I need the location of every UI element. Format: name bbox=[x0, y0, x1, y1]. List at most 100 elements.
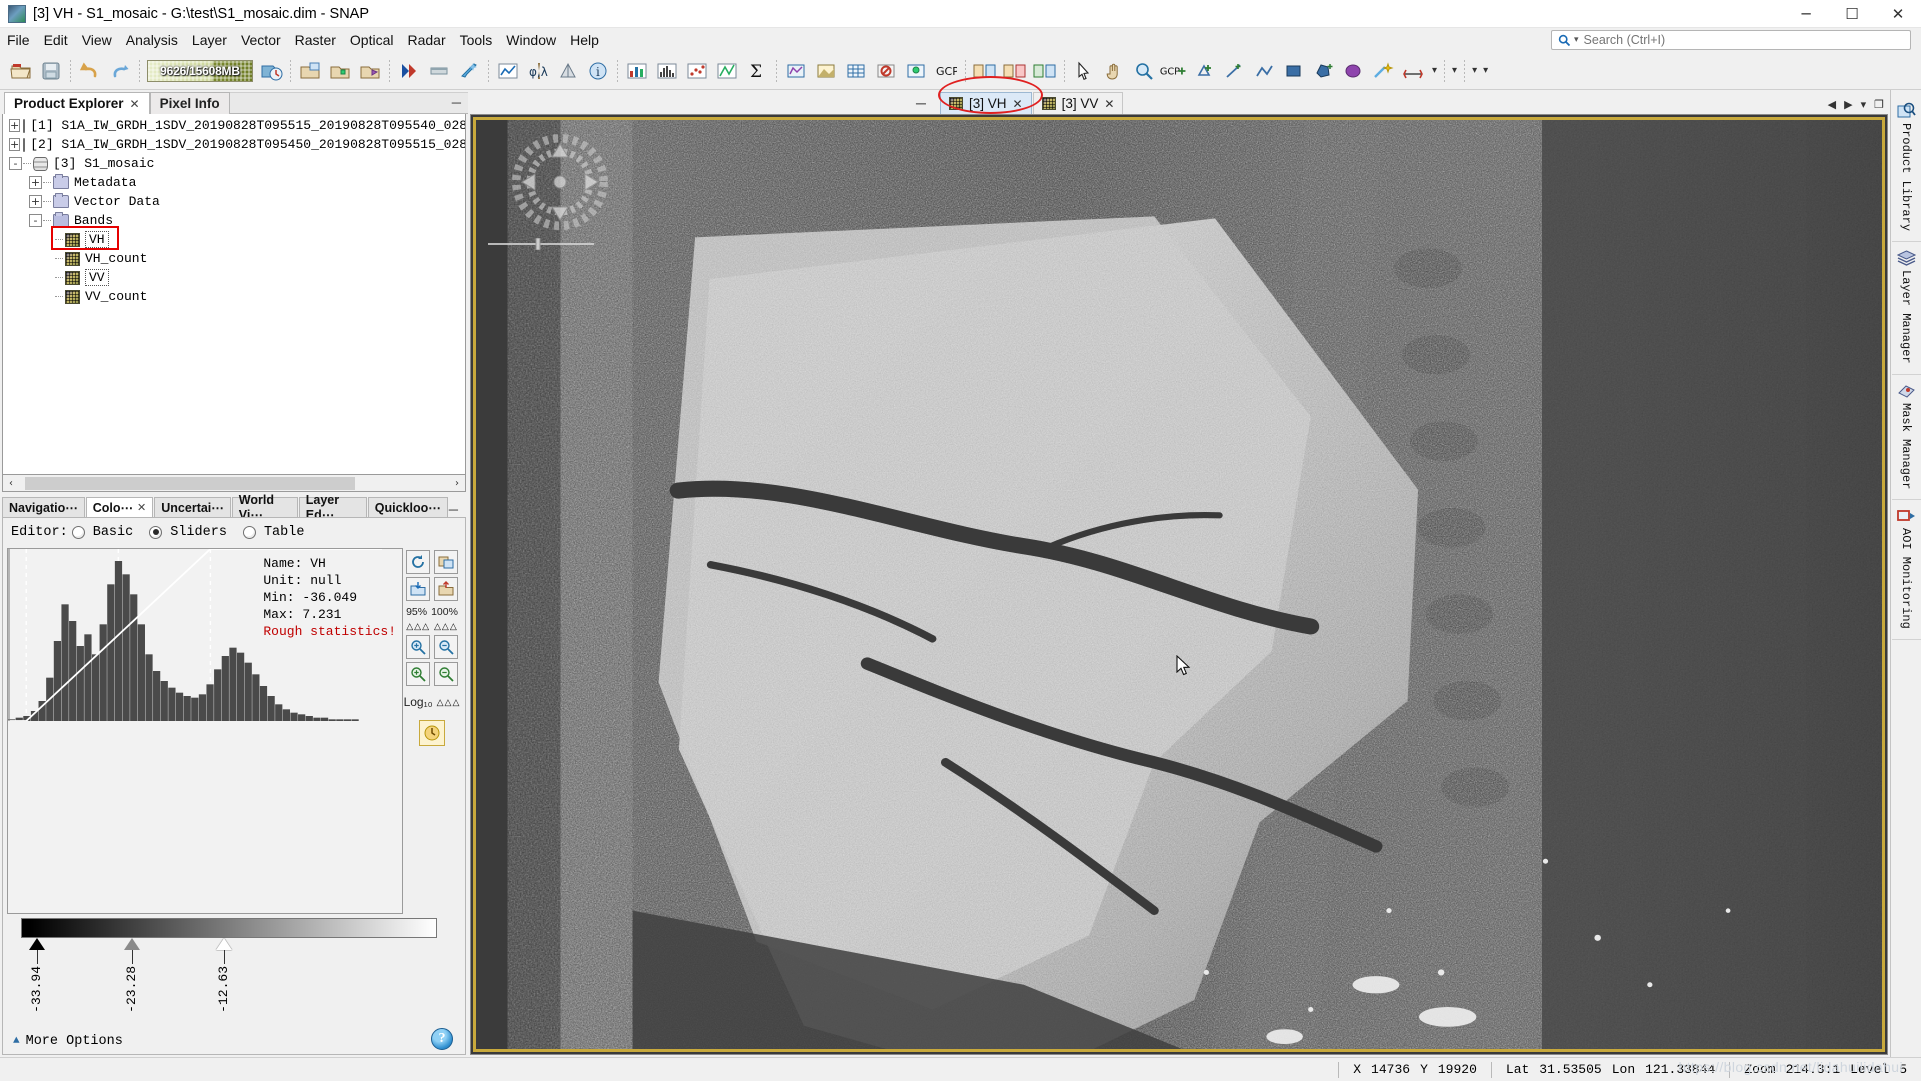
menu-file[interactable]: File bbox=[0, 29, 37, 51]
gcp-tool-icon[interactable]: GCP bbox=[1159, 56, 1189, 86]
pan-tool-icon[interactable] bbox=[1099, 56, 1129, 86]
mask-overlay-icon[interactable] bbox=[811, 56, 841, 86]
spectrum-view-icon[interactable] bbox=[781, 56, 811, 86]
filtered-band-icon[interactable] bbox=[1030, 56, 1060, 86]
tab-quicklooks[interactable]: Quickloo⋯ bbox=[367, 497, 448, 517]
pin-overlay-icon[interactable] bbox=[901, 56, 931, 86]
hscroll-track[interactable] bbox=[19, 475, 449, 491]
tree-row-bands[interactable]: - Bands bbox=[3, 211, 465, 230]
open-image-window-icon[interactable] bbox=[295, 56, 325, 86]
help-button[interactable]: ? bbox=[431, 1028, 453, 1050]
tree-row-product-2[interactable]: + [2] S1A_IW_GRDH_1SDV_20190828T095450_2… bbox=[3, 135, 465, 154]
polygon-drawing-tool-icon[interactable] bbox=[1309, 56, 1339, 86]
open-product-icon[interactable] bbox=[6, 56, 36, 86]
information-icon[interactable] bbox=[553, 56, 583, 86]
tab-uncertainty[interactable]: Uncertai⋯ bbox=[154, 497, 231, 517]
radio-table[interactable] bbox=[242, 525, 256, 539]
maximize-button[interactable]: ☐ bbox=[1829, 0, 1875, 28]
slider-handle-min[interactable]: -33.94 bbox=[29, 938, 45, 1013]
radio-sliders[interactable] bbox=[149, 525, 163, 539]
magic-wand-icon[interactable] bbox=[454, 56, 484, 86]
tree-row-product-3[interactable]: - [3] S1_mosaic bbox=[3, 154, 465, 173]
pct95-label[interactable]: 95% bbox=[406, 606, 427, 618]
toolbar-more-chevron-1-icon[interactable]: ▾ bbox=[1449, 65, 1460, 76]
gcp-overlay-icon[interactable]: GCP bbox=[931, 56, 961, 86]
hscroll-thumb[interactable] bbox=[25, 476, 355, 490]
expander-icon[interactable]: - bbox=[9, 157, 22, 170]
magic-stick-icon[interactable] bbox=[1369, 56, 1399, 86]
export-palette-icon[interactable] bbox=[434, 577, 458, 601]
undo-icon[interactable] bbox=[75, 56, 105, 86]
toolbar-overflow-chevron-icon[interactable]: ▾ bbox=[1429, 65, 1440, 76]
range-finder-icon[interactable] bbox=[1399, 56, 1429, 86]
menu-raster[interactable]: Raster bbox=[288, 29, 343, 51]
zoom-vertical-in-icon[interactable] bbox=[406, 662, 430, 686]
histogram-icon[interactable] bbox=[652, 56, 682, 86]
ellipse-drawing-tool-icon[interactable] bbox=[1339, 56, 1369, 86]
colour-gradient-bar[interactable] bbox=[21, 918, 437, 938]
pin-placing-tool-icon[interactable] bbox=[1189, 56, 1219, 86]
scatter-plot-icon[interactable] bbox=[682, 56, 712, 86]
pct100-label[interactable]: 100% bbox=[431, 606, 458, 618]
toolbar-more-chevron-2-icon[interactable]: ▾ bbox=[1469, 65, 1480, 76]
dock-item-layer-manager[interactable]: Layer Manager bbox=[1891, 242, 1921, 375]
close-icon[interactable]: ✕ bbox=[137, 501, 146, 514]
tab-world-view[interactable]: World Vi⋯ bbox=[231, 493, 298, 522]
open-rgb-image-window-icon[interactable] bbox=[325, 56, 355, 86]
stretch-100-icon[interactable]: △△△ bbox=[434, 621, 458, 632]
band-maths-icon[interactable] bbox=[1000, 56, 1030, 86]
expander-icon[interactable]: + bbox=[9, 119, 21, 132]
pin-manager-icon[interactable] bbox=[424, 56, 454, 86]
menu-view[interactable]: View bbox=[75, 29, 119, 51]
zoom-slider[interactable] bbox=[486, 238, 596, 250]
reopen-product-icon[interactable] bbox=[256, 56, 286, 86]
dock-item-aoi-monitoring[interactable]: AOI Monitoring bbox=[1891, 500, 1921, 640]
zoom-horizontal-in-icon[interactable] bbox=[406, 635, 430, 659]
tab-product-explorer[interactable]: Product Explorer ✕ bbox=[4, 92, 150, 114]
menu-vector[interactable]: Vector bbox=[234, 29, 288, 51]
image-frame[interactable] bbox=[473, 117, 1885, 1052]
import-palette-icon[interactable] bbox=[406, 577, 430, 601]
menu-help[interactable]: Help bbox=[563, 29, 606, 51]
reset-icon[interactable] bbox=[406, 550, 430, 574]
rectangle-drawing-tool-icon[interactable] bbox=[1279, 56, 1309, 86]
histogram-chart[interactable]: Name: VH Unit: null Min: -36.049 Max: 7.… bbox=[7, 548, 403, 914]
save-product-icon[interactable] bbox=[36, 56, 66, 86]
search-input[interactable] bbox=[1581, 32, 1910, 48]
sum-statistics-icon[interactable]: Σ bbox=[742, 56, 772, 86]
tab-image-vh[interactable]: [3] VH ✕ bbox=[940, 92, 1032, 114]
expander-icon[interactable]: + bbox=[9, 138, 21, 151]
tree-row-vector-data[interactable]: + Vector Data bbox=[3, 192, 465, 211]
product-explorer-hscrollbar[interactable]: ‹ › bbox=[2, 475, 466, 492]
apply-icon[interactable] bbox=[419, 720, 445, 746]
minimize-button[interactable]: ─ bbox=[1783, 0, 1829, 28]
navigation-compass[interactable] bbox=[512, 134, 608, 230]
tree-row-band-vv-count[interactable]: VV_count bbox=[3, 287, 465, 306]
tab-scroll-right-icon[interactable]: ▶ bbox=[1844, 98, 1852, 111]
menu-layer[interactable]: Layer bbox=[185, 29, 234, 51]
no-data-overlay-icon[interactable] bbox=[871, 56, 901, 86]
subset-icon[interactable] bbox=[970, 56, 1000, 86]
line-drawing-tool-icon[interactable] bbox=[1219, 56, 1249, 86]
colour-manipulation-icon[interactable] bbox=[394, 56, 424, 86]
tree-row-metadata[interactable]: + Metadata bbox=[3, 173, 465, 192]
image-canvas[interactable] bbox=[470, 114, 1888, 1055]
close-icon[interactable]: ✕ bbox=[130, 97, 140, 111]
dock-item-product-library[interactable]: Product Library bbox=[1891, 94, 1921, 243]
more-options-row[interactable]: ▲ More Options ? bbox=[3, 1028, 465, 1054]
scroll-right-icon[interactable]: › bbox=[449, 478, 465, 489]
tab-colour-manipulation[interactable]: Colo⋯ ✕ bbox=[85, 497, 154, 517]
band-info-icon[interactable]: i bbox=[583, 56, 613, 86]
polyline-drawing-tool-icon[interactable] bbox=[1249, 56, 1279, 86]
profile-plot-icon[interactable] bbox=[493, 56, 523, 86]
close-icon[interactable]: ✕ bbox=[1013, 97, 1023, 111]
search-box[interactable]: ▾ bbox=[1551, 30, 1911, 50]
tab-image-vv[interactable]: [3] VV ✕ bbox=[1032, 92, 1124, 114]
log-label[interactable]: Log₁₀ bbox=[404, 695, 433, 709]
slider-handle-max[interactable]: -12.63 bbox=[216, 938, 232, 1013]
tree-row-product-1[interactable]: + [1] S1A_IW_GRDH_1SDV_20190828T095515_2… bbox=[3, 116, 465, 135]
product-explorer-tree[interactable]: + [1] S1A_IW_GRDH_1SDV_20190828T095515_2… bbox=[2, 114, 466, 475]
tab-scroll-left-icon[interactable]: ◀ bbox=[1828, 98, 1836, 111]
menu-edit[interactable]: Edit bbox=[37, 29, 75, 51]
more-options-chevron-icon[interactable]: ▲ bbox=[13, 1035, 20, 1047]
